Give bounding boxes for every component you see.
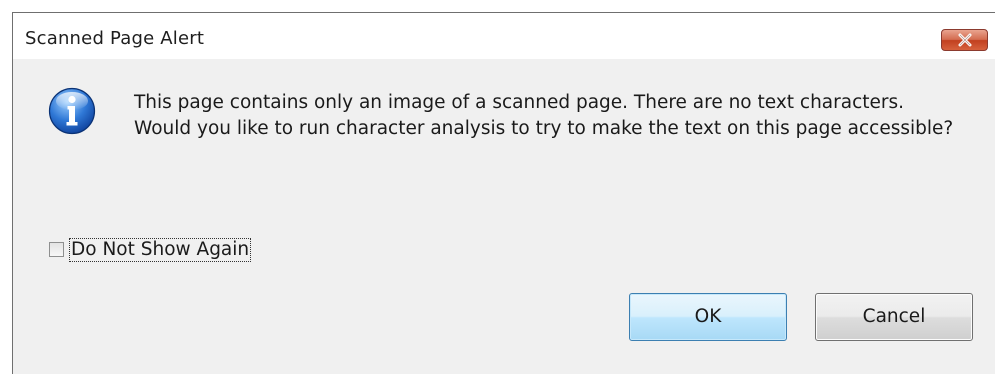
- close-icon: [958, 33, 972, 47]
- dialog-title: Scanned Page Alert: [25, 28, 205, 49]
- checkbox-box[interactable]: [49, 242, 64, 257]
- alert-message: This page contains only an image of a sc…: [134, 92, 954, 139]
- scanned-page-alert-dialog: Scanned Page Alert This page contains on…: [12, 12, 995, 374]
- close-button[interactable]: [941, 29, 988, 51]
- ok-button[interactable]: OK: [629, 293, 787, 341]
- info-icon: [48, 87, 96, 135]
- checkbox-label[interactable]: Do Not Show Again: [68, 238, 252, 262]
- title-bar[interactable]: Scanned Page Alert: [13, 13, 995, 59]
- cancel-button[interactable]: Cancel: [815, 293, 973, 341]
